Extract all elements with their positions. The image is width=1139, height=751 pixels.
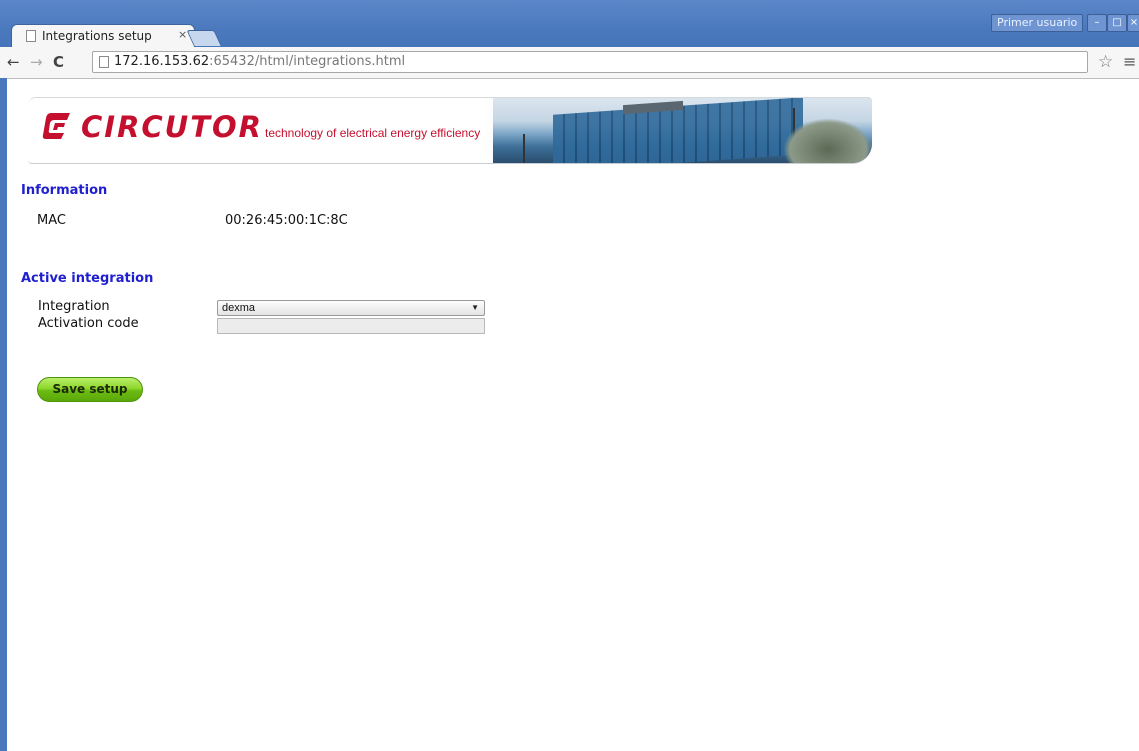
close-window-icon[interactable]: ×	[1127, 14, 1139, 32]
building-photo	[493, 98, 872, 163]
maximize-icon[interactable]: □	[1107, 14, 1127, 32]
window-border	[0, 78, 7, 751]
forward-arrow-icon[interactable]: →	[30, 52, 43, 72]
logo-tagline: technology of electrical energy efficien…	[265, 126, 481, 140]
tab-title: Integrations setup	[42, 29, 152, 43]
url-path: :65432/html/integrations.html	[209, 54, 406, 69]
reload-icon[interactable]: C	[53, 52, 64, 72]
integration-select[interactable]: dexma ▼	[217, 300, 485, 316]
address-bar[interactable]: 172.16.153.62:65432/html/integrations.ht…	[92, 51, 1088, 73]
mac-value: 00:26:45:00:1C:8C	[225, 213, 348, 228]
activation-code-label: Activation code	[38, 316, 139, 331]
integration-label: Integration	[38, 299, 110, 314]
page-icon	[99, 56, 109, 68]
save-setup-button[interactable]: Save setup	[37, 377, 143, 402]
page-icon	[26, 30, 36, 42]
integration-selected-value: dexma	[222, 302, 256, 314]
logo-text: CIRCUTOR	[81, 110, 263, 144]
back-arrow-icon[interactable]: ←	[7, 52, 20, 72]
lamp-post	[523, 134, 525, 163]
mac-label: MAC	[37, 213, 66, 228]
header-banner: CIRCUTOR technology of electrical energy…	[28, 97, 872, 164]
dropdown-arrow-icon: ▼	[471, 303, 479, 312]
profile-button[interactable]: Primer usuario	[991, 14, 1084, 32]
section-title-active-integration: Active integration	[21, 271, 154, 286]
activation-code-input[interactable]	[217, 318, 485, 334]
circutor-logo-icon	[42, 113, 70, 139]
menu-icon[interactable]: ≡	[1123, 52, 1136, 72]
trees	[783, 118, 872, 163]
browser-toolbar: ← → C 172.16.153.62:65432/html/integrati…	[0, 47, 1139, 79]
section-title-information: Information	[21, 183, 108, 198]
browser-tab[interactable]: Integrations setup ×	[12, 25, 194, 47]
url-text: 172.16.153.62:65432/html/integrations.ht…	[114, 54, 405, 69]
minimize-icon[interactable]: –	[1087, 14, 1107, 32]
tab-close-icon[interactable]: ×	[178, 28, 187, 41]
bookmark-star-icon[interactable]: ☆	[1098, 52, 1113, 72]
url-host: 172.16.153.62	[114, 54, 210, 69]
